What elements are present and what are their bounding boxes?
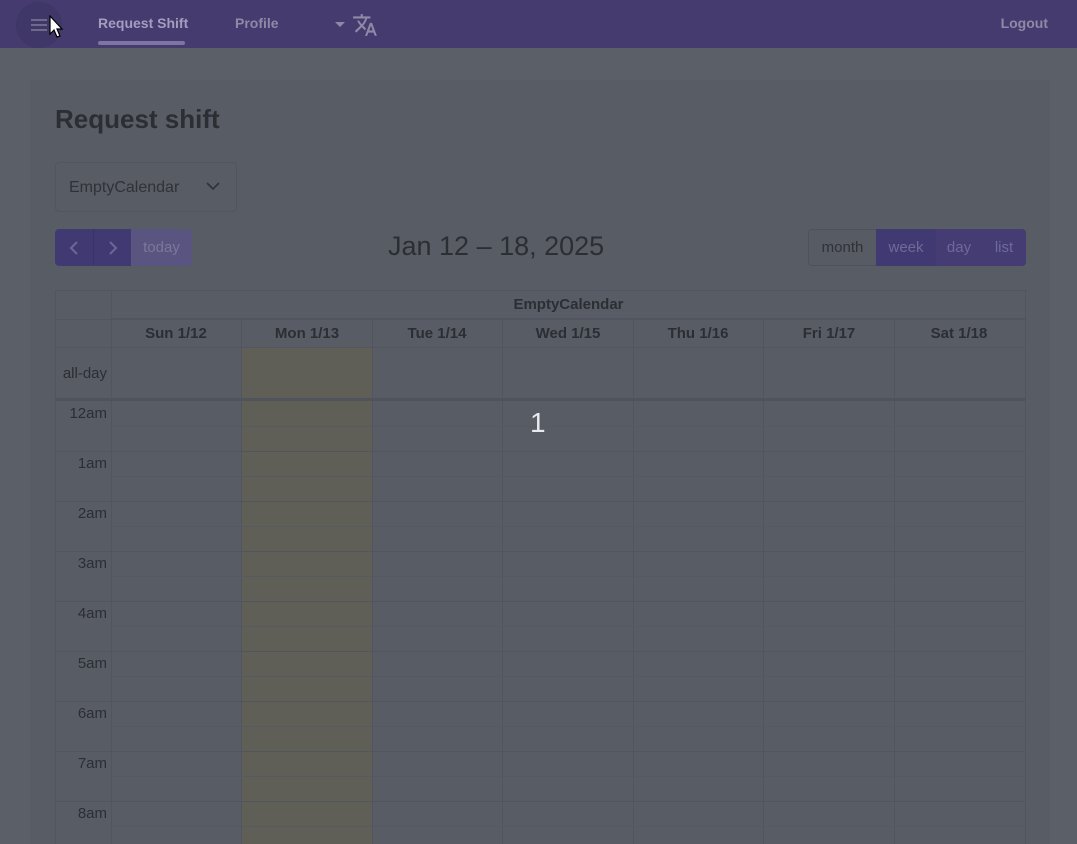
chevron-down-icon bbox=[206, 182, 220, 191]
chevron-right-icon bbox=[108, 240, 117, 255]
menu-icon-bar bbox=[31, 29, 47, 31]
date-range-title: Jan 12 – 18, 2025 bbox=[388, 231, 605, 261]
grid-line bbox=[55, 451, 1026, 452]
grid-line bbox=[111, 576, 1026, 577]
resource-header: EmptyCalendar bbox=[111, 290, 1026, 319]
day-header-sun: Sun 1/12 bbox=[145, 325, 207, 342]
time-slot-label: 7am bbox=[77, 755, 107, 772]
day-header-fri: Fri 1/17 bbox=[802, 325, 856, 342]
tab-profile[interactable]: Profile bbox=[235, 15, 279, 31]
grid-line bbox=[55, 501, 1026, 502]
today-button[interactable]: today bbox=[131, 229, 192, 266]
top-app-bar: Request Shift Profile Logout bbox=[0, 0, 1077, 48]
logout-button[interactable]: Logout bbox=[1001, 15, 1048, 31]
view-list-button[interactable]: list bbox=[982, 229, 1026, 266]
day-header-mon: Mon 1/13 bbox=[274, 325, 340, 342]
grid-line bbox=[111, 676, 1026, 677]
chevron-left-icon bbox=[69, 240, 78, 255]
view-week-button[interactable]: week bbox=[876, 229, 936, 266]
mouse-cursor-icon bbox=[49, 15, 64, 38]
grid-line bbox=[111, 290, 112, 844]
calendar-grid bbox=[55, 290, 1026, 844]
grid-line bbox=[111, 826, 1026, 827]
active-tab-indicator bbox=[98, 41, 185, 45]
time-slot-label: 2am bbox=[77, 505, 107, 522]
previous-week-button[interactable] bbox=[55, 229, 93, 266]
time-slot-label: 1am bbox=[77, 455, 107, 472]
grid-line bbox=[55, 551, 1026, 552]
time-slot-label: 12am bbox=[69, 405, 107, 422]
time-slot-label: 8am bbox=[77, 805, 107, 822]
language-dropdown-caret-icon[interactable] bbox=[335, 22, 345, 27]
grid-line bbox=[1025, 290, 1026, 844]
grid-line bbox=[111, 526, 1026, 527]
tab-request-shift[interactable]: Request Shift bbox=[98, 15, 188, 31]
time-slot-label: 5am bbox=[77, 655, 107, 672]
grid-line bbox=[55, 701, 1026, 702]
grid-line bbox=[55, 319, 1026, 320]
page-title: Request shift bbox=[55, 104, 220, 134]
time-slot-label: 6am bbox=[77, 705, 107, 722]
translate-icon[interactable] bbox=[352, 12, 378, 38]
grid-line bbox=[111, 626, 1026, 627]
allday-label: all-day bbox=[62, 365, 107, 382]
next-week-button[interactable] bbox=[93, 229, 131, 266]
grid-line bbox=[55, 347, 1026, 348]
grid-line bbox=[111, 426, 1026, 427]
grid-line bbox=[111, 726, 1026, 727]
grid-line bbox=[111, 476, 1026, 477]
grid-line bbox=[55, 651, 1026, 652]
day-header-tue: Tue 1/14 bbox=[407, 325, 467, 342]
grid-line bbox=[55, 601, 1026, 602]
time-slot-label: 4am bbox=[77, 605, 107, 622]
overlay-step-marker: 1 bbox=[530, 407, 546, 438]
view-switcher: month week day list bbox=[808, 229, 1026, 266]
today-column-highlight bbox=[242, 348, 372, 844]
day-header-wed: Wed 1/15 bbox=[535, 325, 601, 342]
menu-icon-bar bbox=[31, 24, 47, 26]
view-month-button[interactable]: month bbox=[808, 229, 876, 266]
calendar-select[interactable]: EmptyCalendar bbox=[55, 162, 237, 212]
grid-line bbox=[111, 776, 1026, 777]
day-header-thu: Thu 1/16 bbox=[667, 325, 729, 342]
grid-line bbox=[55, 801, 1026, 802]
grid-line bbox=[55, 751, 1026, 752]
date-navigation-group: today bbox=[55, 229, 192, 266]
calendar-select-value: EmptyCalendar bbox=[69, 179, 180, 196]
time-slot-label: 3am bbox=[77, 555, 107, 572]
allday-divider bbox=[55, 398, 1026, 401]
view-day-button[interactable]: day bbox=[936, 229, 982, 266]
menu-icon-bar bbox=[31, 19, 47, 21]
day-header-sat: Sat 1/18 bbox=[930, 325, 988, 342]
